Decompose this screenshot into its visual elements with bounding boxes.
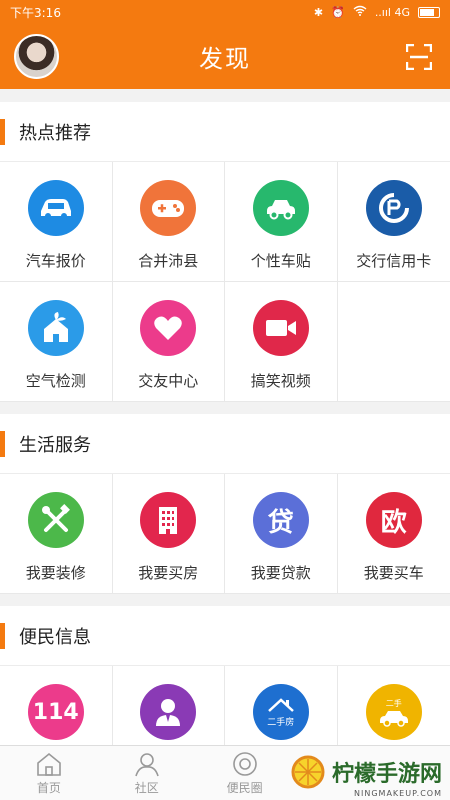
watermark: 柠檬手游网 NINGMAKEUP.COM	[290, 754, 442, 798]
section-title: 热点推荐	[19, 122, 91, 144]
section-accent-bar	[0, 118, 5, 145]
buy-car-icon: 欧	[365, 492, 422, 548]
tab-community[interactable]: 社区	[98, 746, 196, 800]
grid-item-label: 汽车报价	[25, 252, 86, 270]
grid-item-label: 个性车贴	[250, 252, 311, 270]
convenience-grid: 114 二手房 二手	[0, 666, 450, 754]
grid-item-person[interactable]	[112, 666, 225, 754]
hot-grid: 汽车报价 合并沛县 个性车贴 交行信用卡 空气检测 交友中心 搞笑视频	[0, 162, 450, 402]
status-bar: 下午3:16 ✱ ⏰ ..ııl 4G	[0, 0, 450, 24]
grid-item-empty	[337, 282, 450, 402]
phone-114-icon: 114	[27, 684, 84, 740]
life-grid: 我要装修 我要买房 贷 我要贷款 欧 我要买车	[0, 474, 450, 594]
grid-item-label: 我要装修	[25, 564, 86, 582]
tab-home[interactable]: 首页	[0, 746, 98, 800]
grid-item-funny-video[interactable]: 搞笑视频	[225, 282, 338, 402]
app-bar: 发现	[0, 24, 450, 89]
tab-label: 社区	[134, 780, 159, 795]
grid-item-label: 合并沛县	[138, 252, 199, 270]
section-accent-bar	[0, 430, 5, 457]
grid-item-bocom-card[interactable]: 交行信用卡	[337, 162, 450, 282]
grid-item-hebing-peixian[interactable]: 合并沛县	[112, 162, 225, 282]
bocom-logo-icon	[365, 180, 422, 236]
grid-item-loan[interactable]: 贷 我要贷款	[225, 474, 338, 594]
grid-item-second-hand-car[interactable]: 二手	[337, 666, 450, 754]
car-icon	[27, 180, 84, 236]
grid-item-114[interactable]: 114	[0, 666, 113, 754]
alarm-icon: ⏰	[331, 5, 345, 19]
section-title: 便民信息	[19, 626, 91, 648]
bluetooth-icon: ✱	[313, 5, 324, 19]
grid-item-air-check[interactable]: 空气检测	[0, 282, 113, 402]
grid-item-label: 我要贷款	[250, 564, 311, 582]
section-hot: 热点推荐	[0, 102, 450, 162]
community-icon	[134, 752, 159, 776]
wifi-icon	[353, 5, 367, 19]
status-time: 下午3:16	[10, 5, 61, 20]
grid-item-label: 交友中心	[138, 372, 199, 390]
grid-item-label: 交行信用卡	[356, 252, 432, 270]
home-icon	[37, 752, 61, 776]
grid-item-car-quote[interactable]: 汽车报价	[0, 162, 113, 282]
section-accent-bar	[0, 622, 5, 649]
avatar[interactable]	[14, 34, 59, 79]
grid-item-second-hand-house[interactable]: 二手房	[225, 666, 338, 754]
tab-label: 便民圈	[226, 780, 263, 795]
watermark-text: 柠檬手游网	[331, 762, 442, 787]
grid-item-label: 我要买车	[363, 564, 424, 582]
grid-item-label: 空气检测	[25, 372, 86, 390]
second-hand-car-icon: 二手	[365, 684, 422, 740]
scan-icon[interactable]	[406, 44, 432, 70]
grid-item-buy-car[interactable]: 欧 我要买车	[337, 474, 450, 594]
tab-convenience-circle[interactable]: 便民圈	[196, 746, 294, 800]
second-hand-car-label: 二手	[385, 698, 402, 708]
gamepad-icon	[140, 180, 197, 236]
grid-item-dating[interactable]: 交友中心	[112, 282, 225, 402]
grid-item-buy-house[interactable]: 我要买房	[112, 474, 225, 594]
section-title: 生活服务	[19, 434, 91, 456]
grid-item-label: 我要买房	[138, 564, 199, 582]
building-icon	[140, 492, 197, 548]
heart-icon	[140, 300, 197, 356]
signal-icon: ..ııl 4G	[374, 5, 410, 19]
circle-icon	[232, 751, 257, 776]
section-life: 生活服务	[0, 414, 450, 474]
battery-icon	[418, 6, 440, 18]
second-hand-house-icon: 二手房	[252, 684, 309, 740]
section-convenience: 便民信息	[0, 606, 450, 666]
watermark-sub: NINGMAKEUP.COM	[354, 789, 442, 798]
loan-icon: 贷	[252, 492, 309, 548]
person-icon	[140, 684, 197, 740]
tab-label: 首页	[36, 780, 61, 795]
house-leaf-icon	[27, 300, 84, 356]
page-title: 发现	[199, 45, 251, 73]
grid-item-renovation[interactable]: 我要装修	[0, 474, 113, 594]
car-sticker-icon	[252, 180, 309, 236]
tools-icon	[27, 492, 84, 548]
grid-item-label: 搞笑视频	[250, 372, 311, 390]
grid-item-car-sticker[interactable]: 个性车贴	[225, 162, 338, 282]
lemon-logo-icon	[291, 755, 325, 789]
second-hand-house-label: 二手房	[267, 717, 295, 728]
video-camera-icon	[252, 300, 309, 356]
